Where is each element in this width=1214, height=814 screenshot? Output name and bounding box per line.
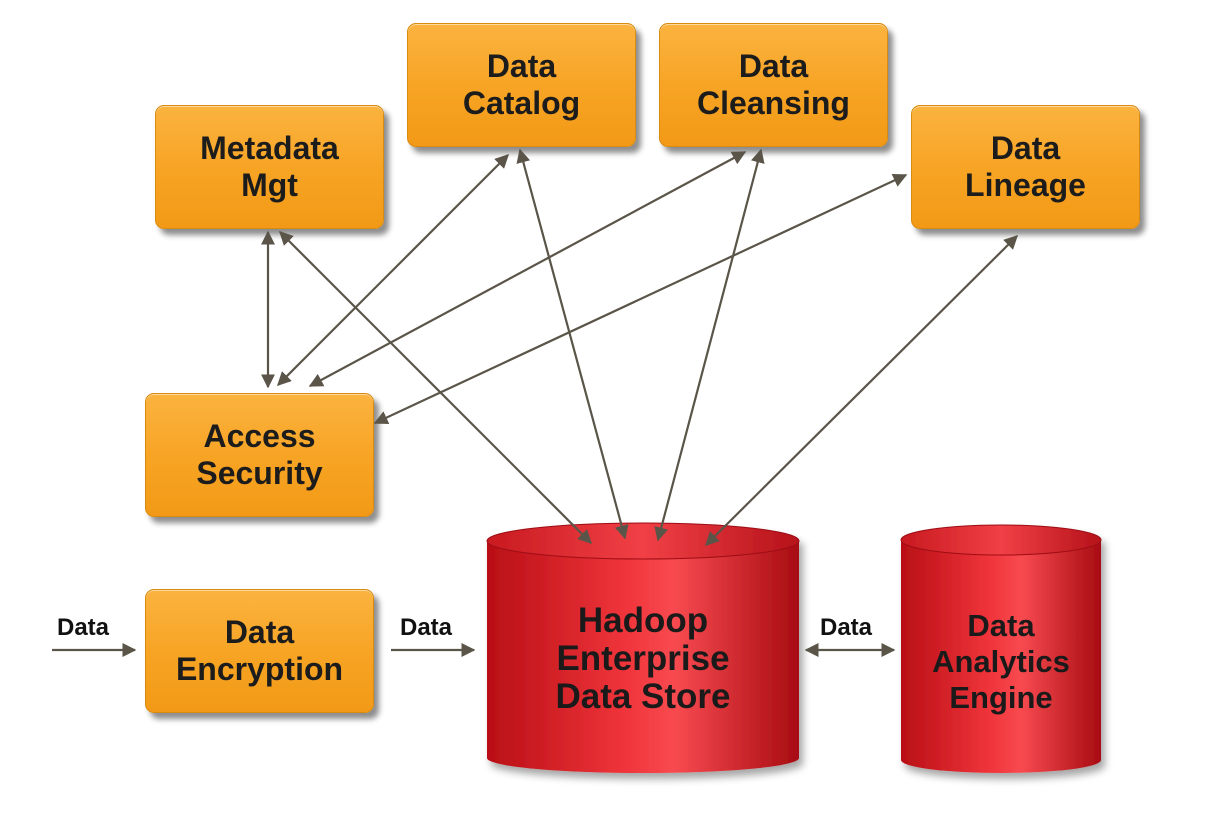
architecture-diagram: Metadata Mgt Data Catalog Data Cleansing…: [0, 0, 1214, 814]
arrow-catalog-access: [277, 154, 509, 386]
arrow-catalog-store: [516, 148, 629, 540]
arrow-cleansing-store: [654, 148, 765, 542]
arrow-lineage-store: [705, 235, 1018, 546]
arrow-lineage-access: [373, 173, 908, 425]
arrows-layer: [52, 148, 1018, 657]
arrow-metadata-store: [279, 231, 592, 544]
